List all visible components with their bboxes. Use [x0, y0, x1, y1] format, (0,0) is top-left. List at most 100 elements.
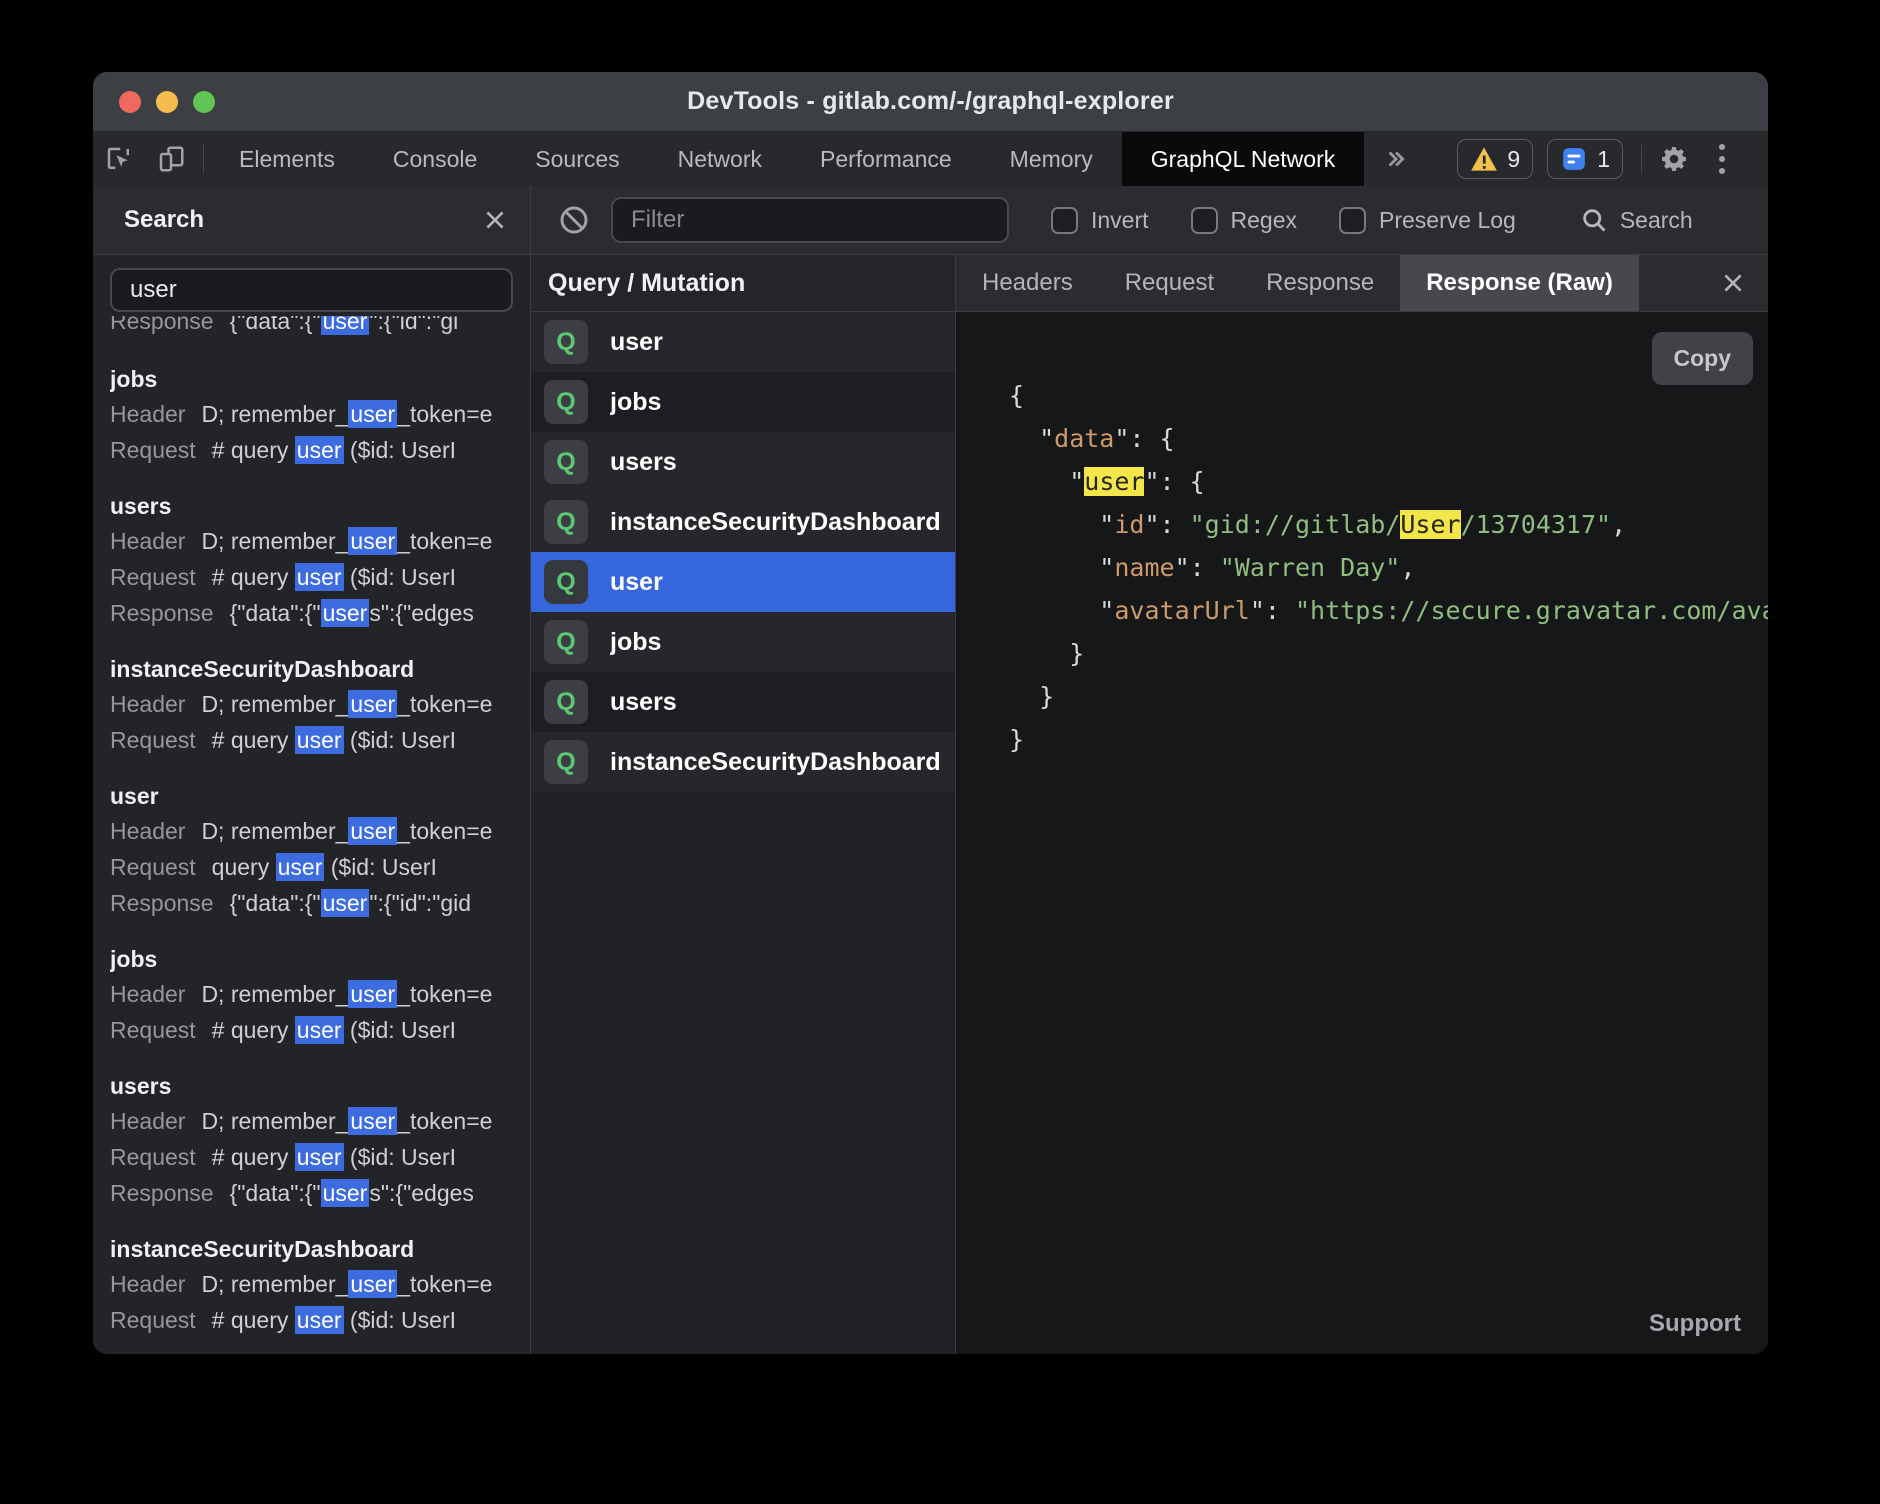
tab-graphql-network[interactable]: GraphQL Network [1122, 132, 1365, 186]
search-panel: Search Response{"data":{"user":{"id":"gi… [93, 186, 531, 1354]
tab-memory[interactable]: Memory [981, 132, 1122, 186]
preserve-log-checkbox[interactable] [1339, 207, 1366, 234]
response-body: Copy { "data": { "user": { "id": "gid://… [956, 312, 1768, 1354]
search-result-row[interactable]: Header D; remember_user_token=e [110, 396, 513, 432]
search-result-row[interactable]: Header D; remember_user_token=e [110, 1103, 513, 1139]
search-result-row[interactable]: HeaderD; remember_user_token=e [110, 813, 513, 849]
search-result-row[interactable]: Response{"data":{"users":{"edges [110, 1175, 513, 1211]
regex-checkbox[interactable] [1191, 207, 1218, 234]
query-row-label: jobs [610, 388, 661, 417]
search-result-row[interactable]: Response {"data":{"users":{"edges [110, 595, 513, 631]
query-row-label: users [610, 688, 677, 717]
query-row[interactable]: Qjobs [531, 372, 955, 432]
query-row[interactable]: Qjobs [531, 612, 955, 672]
close-search-icon[interactable] [482, 207, 508, 233]
query-row-label: instanceSecurityDashboard [610, 748, 941, 777]
search-result-row-value: # query user ($id: UserI [212, 436, 456, 464]
search-result-row-label: Header [110, 528, 185, 554]
tab-response[interactable]: Response [1240, 255, 1400, 311]
search-result-row-value: D; remember_user_token=e [201, 1107, 492, 1135]
kebab-menu-icon[interactable] [1698, 144, 1746, 174]
query-row-label: instanceSecurityDashboard [610, 508, 941, 537]
network-area: Invert Regex Preserve Log Search [531, 186, 1768, 1354]
search-result-row[interactable]: Request# query user ($id: UserI [110, 1139, 513, 1175]
search-result-group-title: instanceSecurityDashboard [110, 652, 513, 686]
search-result-row-label: Header [110, 818, 185, 844]
query-type-icon: Q [544, 620, 588, 664]
tab-network[interactable]: Network [649, 132, 791, 186]
tab-strip-right: 9 1 [1443, 132, 1768, 186]
tab-response-raw[interactable]: Response (Raw) [1400, 255, 1639, 311]
title-bar: DevTools - gitlab.com/-/graphql-explorer [93, 72, 1768, 132]
invert-checkbox[interactable] [1051, 207, 1078, 234]
toolbar-search-label: Search [1620, 207, 1693, 234]
tab-elements[interactable]: Elements [210, 132, 364, 186]
inspect-element-icon[interactable] [93, 132, 145, 186]
search-input[interactable] [110, 268, 513, 312]
search-result-row[interactable]: Response{"data":{"user":{"id":"gi [110, 316, 513, 339]
tab-performance[interactable]: Performance [791, 132, 981, 186]
search-result-row-label: Header [110, 1271, 185, 1297]
zoom-window-button[interactable] [193, 91, 215, 113]
search-result-row[interactable]: Request# query user ($id: UserI [110, 432, 513, 468]
search-result-row-value: {"data":{"users":{"edges [230, 599, 474, 627]
search-result-row[interactable]: Request# query user ($id: UserI [110, 1302, 513, 1338]
search-result-row-label: Header [110, 401, 185, 427]
query-row-label: users [610, 448, 677, 477]
search-result-row[interactable]: Request# query user ($id: UserI [110, 559, 513, 595]
search-result-row[interactable]: Header D; remember_user_token=e [110, 1266, 513, 1302]
search-result-group-title: instanceSecurityDashboard [110, 1232, 513, 1266]
search-result-row-label: Response [110, 600, 214, 626]
invert-checkbox-group: Invert [1051, 207, 1149, 234]
toolbar-search-button[interactable]: Search [1580, 206, 1693, 234]
tab-headers[interactable]: Headers [956, 255, 1099, 311]
search-result-row[interactable]: Request# query user ($id: UserI [110, 722, 513, 758]
devtools-tab-strip: Elements Console Sources Network Perform… [93, 132, 1768, 186]
search-results: Response{"data":{"user":{"id":"gi jobs Hea… [110, 316, 513, 1338]
query-type-icon: Q [544, 320, 588, 364]
tab-console[interactable]: Console [364, 132, 506, 186]
tab-sources[interactable]: Sources [506, 132, 648, 186]
message-count: 1 [1597, 146, 1610, 173]
device-toolbar-icon[interactable] [145, 132, 197, 186]
query-row[interactable]: Qusers [531, 432, 955, 492]
query-row[interactable]: QinstanceSecurityDashboard [531, 732, 955, 792]
support-link[interactable]: Support [1649, 1310, 1741, 1338]
filter-input[interactable] [611, 197, 1009, 243]
close-window-button[interactable] [119, 91, 141, 113]
close-details-icon[interactable] [1720, 270, 1746, 296]
search-result-row-label: Header [110, 691, 185, 717]
query-row[interactable]: Quser [531, 312, 955, 372]
search-result-row[interactable]: Requestquery user ($id: UserI [110, 849, 513, 885]
query-row[interactable]: Quser [531, 552, 955, 612]
search-result-row[interactable]: Request # query user ($id: UserI [110, 1012, 513, 1048]
search-result-row-label: Request [110, 727, 196, 753]
search-result-row[interactable]: HeaderD; remember_user_token=e [110, 976, 513, 1012]
search-result-row[interactable]: HeaderD; remember_user_token=e [110, 523, 513, 559]
search-result-row-value: D; remember_user_token=e [201, 400, 492, 428]
copy-button[interactable]: Copy [1652, 332, 1754, 385]
settings-gear-icon[interactable] [1650, 143, 1698, 175]
badge-separator [1641, 145, 1642, 173]
search-result-row-value: {"data":{"users":{"edges [230, 1179, 474, 1207]
query-row[interactable]: Qusers [531, 672, 955, 732]
query-row[interactable]: QinstanceSecurityDashboard [531, 492, 955, 552]
query-list-header: Query / Mutation [531, 255, 955, 312]
search-result-group-title: jobs [110, 362, 513, 396]
search-result-row-label: Header [110, 1108, 185, 1134]
search-result-row[interactable]: Response{"data":{"user":{"id":"gid [110, 885, 513, 921]
query-type-icon: Q [544, 740, 588, 784]
search-result-row-value: # query user ($id: UserI [212, 1143, 456, 1171]
clear-icon[interactable] [551, 204, 597, 236]
more-tabs-icon[interactable] [1364, 132, 1426, 186]
search-result-row-value: D; remember_user_token=e [201, 1270, 492, 1298]
clipped-result-row: Response{"data":{"user":{"id":"gi [110, 316, 513, 341]
minimize-window-button[interactable] [156, 91, 178, 113]
search-result-row-label: Request [110, 1017, 196, 1043]
search-result-row[interactable]: HeaderD; remember_user_token=e [110, 686, 513, 722]
search-result-row-value: # query user ($id: UserI [212, 1016, 456, 1044]
tab-request[interactable]: Request [1099, 255, 1240, 311]
warnings-badge[interactable]: 9 [1457, 139, 1533, 179]
messages-badge[interactable]: 1 [1547, 139, 1623, 179]
search-results-area: Response{"data":{"user":{"id":"gi jobs Hea… [93, 255, 530, 1354]
